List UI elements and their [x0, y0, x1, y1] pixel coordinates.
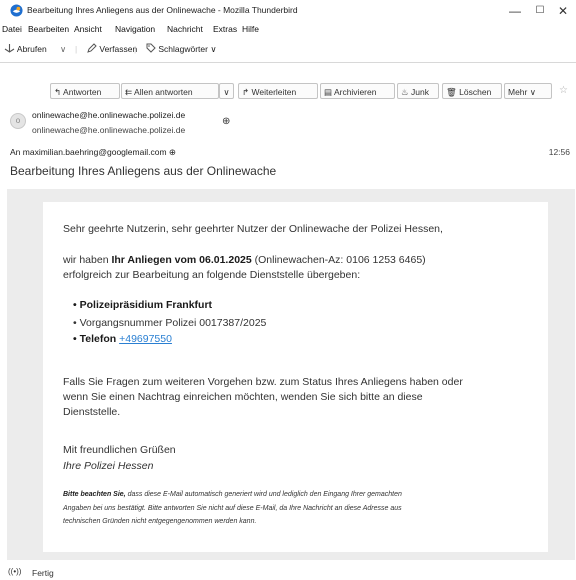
bullet-2-text: Vorgangsnummer Polizei 0017387/2025: [79, 317, 267, 329]
paragraph-1-line-1: wir haben Ihr Anliegen vom 06.01.2025 (O…: [63, 254, 426, 266]
contact-icon[interactable]: ⊕: [169, 147, 176, 157]
sender-name[interactable]: onlinewache@he.onlinewache.polizei.de: [32, 110, 185, 120]
forward-label: Weiterleiten: [251, 87, 297, 97]
bullet-item-1: • Polizeipräsidium Frankfurt: [73, 299, 213, 311]
toolbar-separator: |: [75, 44, 78, 54]
phone-link[interactable]: +49697550: [119, 333, 172, 345]
pencil-icon: [87, 43, 97, 53]
tags-button[interactable]: Schlagwörter ∨: [146, 42, 217, 57]
thunderbird-window: Bearbeitung Ihres Anliegens aus der Onli…: [0, 0, 576, 580]
phone-label: Telefon: [79, 333, 117, 345]
privacy-icon[interactable]: ⊕: [222, 116, 230, 127]
sender-email[interactable]: onlinewache@he.onlinewache.polizei.de: [32, 125, 185, 135]
reply-icon: ↰: [54, 87, 62, 97]
menu-view[interactable]: Ansicht: [74, 24, 102, 34]
delete-label: Löschen: [459, 87, 492, 97]
toolbar-separator-2: |: [134, 44, 137, 54]
trash-icon: 🗑: [446, 87, 457, 97]
toolbar-divider: [0, 62, 576, 63]
menu-navigation[interactable]: Navigation: [115, 24, 155, 34]
greeting: Sehr geehrte Nutzerin, sehr geehrter Nut…: [63, 223, 443, 235]
to-label: An: [10, 147, 21, 157]
sender-avatar: o: [10, 113, 26, 129]
recipient-address[interactable]: maximilian.baehring@googlemail.com: [23, 147, 167, 157]
junk-button[interactable]: ♨ Junk: [397, 83, 439, 99]
chevron-down-icon: ∨: [210, 44, 217, 54]
more-label: Mehr: [508, 87, 528, 97]
junk-icon: ♨: [401, 87, 409, 97]
status-bar: ((•)) Fertig: [0, 564, 576, 580]
menu-bar: Datei Bearbeiten Ansicht Navigation Nach…: [0, 22, 576, 38]
reply-all-button[interactable]: ⇇ Allen antworten: [121, 83, 219, 99]
disclaimer-text-1: dass diese E-Mail automatisch generiert …: [125, 491, 402, 498]
paragraph-1-line-2: erfolgreich zur Bearbeitung an folgende …: [63, 269, 361, 281]
star-icon[interactable]: ☆: [556, 83, 572, 99]
message-subject: Bearbeitung Ihres Anliegens aus der Onli…: [10, 164, 277, 178]
paragraph-2-line-1: Falls Sie Fragen zum weiteren Vorgehen b…: [63, 376, 463, 388]
bullet-1-text: Polizeipräsidium Frankfurt: [79, 299, 213, 311]
main-toolbar: Abrufen ∨ | Verfassen | Schlagwörter ∨: [0, 38, 576, 60]
thunderbird-icon: [10, 4, 23, 17]
menu-message[interactable]: Nachricht: [167, 24, 203, 34]
recipient-line: An maximilian.baehring@googlemail.com ⊕: [10, 147, 176, 158]
more-button[interactable]: Mehr ∨: [504, 83, 552, 99]
download-icon: [4, 44, 15, 53]
reply-all-dropdown[interactable]: ∨: [219, 83, 234, 99]
closing-line-2: Ihre Polizei Hessen: [63, 460, 154, 472]
paragraph-2-line-2: wenn Sie einen Nachtrag einreichen möcht…: [63, 391, 423, 403]
disclaimer-line-1: Bitte beachten Sie, dass diese E-Mail au…: [63, 491, 402, 498]
delete-button[interactable]: 🗑 Löschen: [442, 83, 502, 99]
menu-tools[interactable]: Extras: [213, 24, 237, 34]
get-messages-label: Abrufen: [16, 44, 47, 54]
menu-file[interactable]: Datei: [2, 24, 22, 34]
paragraph-2-line-3: Dienststelle.: [63, 406, 121, 418]
window-title: Bearbeitung Ihres Anliegens aus der Onli…: [27, 5, 298, 15]
reply-button[interactable]: ↰ Antworten: [50, 83, 120, 99]
message-time: 12:56: [548, 147, 570, 157]
tag-icon: [146, 43, 156, 53]
bullet-item-3: • Telefon +49697550: [73, 333, 172, 345]
compose-label: Verfassen: [99, 44, 138, 54]
get-messages-button[interactable]: Abrufen: [4, 42, 47, 57]
get-messages-dropdown[interactable]: ∨: [60, 42, 66, 57]
chevron-down-icon: ∨: [529, 87, 536, 97]
menu-edit[interactable]: Bearbeiten: [28, 24, 69, 34]
close-button[interactable]: ✕: [548, 2, 576, 20]
tags-label: Schlagwörter: [158, 44, 208, 54]
status-text: Fertig: [32, 568, 54, 578]
disclaimer-line-3: technischen Gründen nicht entgegengenomm…: [63, 518, 257, 525]
bullet-item-2: • Vorgangsnummer Polizei 0017387/2025: [73, 317, 267, 329]
activity-icon[interactable]: ((•)): [8, 567, 21, 576]
junk-label: Junk: [411, 87, 429, 97]
p1-suffix: (Onlinewachen-Az: 0106 1253 6465): [251, 254, 426, 266]
title-bar: Bearbeitung Ihres Anliegens aus der Onli…: [0, 0, 576, 22]
archive-label: Archivieren: [333, 87, 377, 97]
disclaimer-line-2: Angaben bei uns bestätigt. Bitte antwort…: [63, 505, 402, 512]
disclaimer-bold: Bitte beachten Sie,: [63, 491, 126, 498]
menu-help[interactable]: Hilfe: [242, 24, 259, 34]
forward-icon: ↱: [242, 87, 250, 97]
p1-bold: Ihr Anliegen vom 06.01.2025: [111, 254, 252, 266]
reply-all-label: Allen antworten: [134, 87, 193, 97]
forward-button[interactable]: ↱ Weiterleiten: [238, 83, 318, 99]
archive-button[interactable]: ▤ Archivieren: [320, 83, 395, 99]
p1-prefix: wir haben: [63, 254, 112, 266]
message-action-bar: ↰ Antworten ⇇ Allen antworten ∨ ↱ Weiter…: [0, 83, 576, 101]
archive-icon: ▤: [324, 87, 333, 97]
closing-line-1: Mit freundlichen Grüßen: [63, 444, 176, 456]
reply-all-icon: ⇇: [125, 87, 133, 97]
reply-label: Antworten: [63, 87, 102, 97]
compose-button[interactable]: Verfassen: [87, 42, 137, 57]
